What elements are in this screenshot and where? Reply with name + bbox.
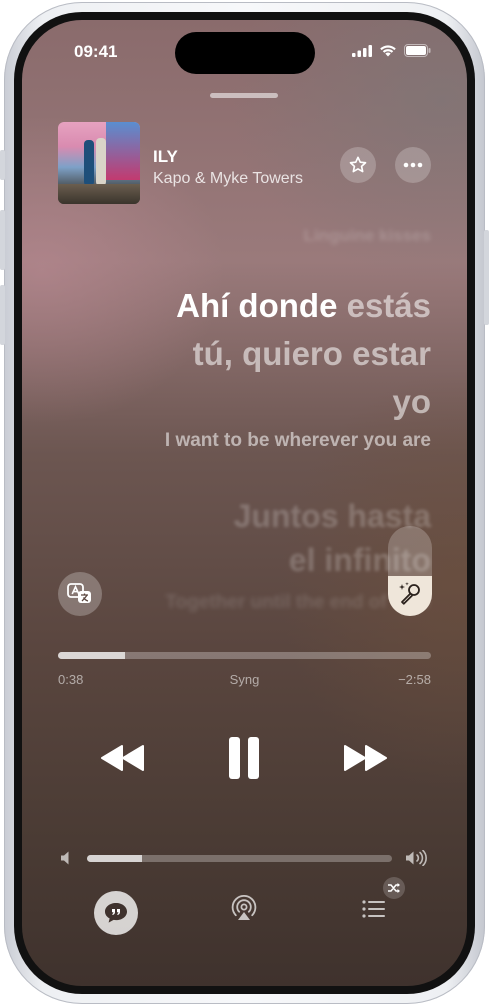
lyric-unsung-words: yo: [392, 383, 431, 420]
ellipsis-icon: [403, 162, 423, 168]
remaining-time: −2:58: [398, 672, 431, 687]
volume-high-icon: [405, 849, 429, 871]
pause-icon: [229, 737, 259, 779]
shuffle-badge: [383, 877, 405, 899]
favorite-button[interactable]: [340, 147, 376, 183]
microphone-icon: [388, 572, 432, 616]
sheet-grabber[interactable]: [210, 93, 278, 98]
song-title: ILY: [153, 147, 178, 166]
now-playing-screen: 09:41 ILY Kapo & Myke Towers Linguine ki…: [22, 20, 467, 986]
translation-toggle-button[interactable]: [58, 572, 102, 616]
playback-progress-bar[interactable]: [58, 652, 431, 659]
fast-forward-button[interactable]: [340, 732, 390, 784]
lyric-previous-line[interactable]: Linguine kisses: [303, 226, 431, 246]
volume-low-icon: [60, 850, 72, 871]
side-button: [484, 230, 489, 325]
lyric-current-line[interactable]: Ahí donde estás tú, quiero estar yo: [111, 282, 431, 426]
fast-forward-icon: [344, 745, 387, 771]
star-icon: [349, 156, 367, 173]
pause-button[interactable]: [219, 732, 269, 784]
lyrics-quote-icon: [105, 903, 127, 923]
song-artist[interactable]: Kapo & Myke Towers: [153, 170, 303, 188]
volume-slider[interactable]: [87, 855, 392, 862]
lyrics-button[interactable]: [94, 891, 138, 935]
translate-icon: [67, 583, 91, 603]
volume-down-button: [0, 285, 5, 345]
lyric-translation: I want to be wherever you are: [164, 430, 431, 451]
lyric-unsung-words: tú, quiero estar: [192, 335, 431, 372]
battery-icon: [404, 44, 431, 57]
volume-fill: [87, 855, 142, 862]
rewind-icon: [101, 745, 144, 771]
dynamic-island: [175, 32, 315, 74]
airplay-button[interactable]: [228, 890, 260, 928]
shuffle-icon: [388, 883, 400, 893]
lyric-sung-words: Ahí donde: [176, 287, 338, 324]
wifi-icon: [380, 45, 396, 57]
queue-list-icon: [362, 900, 385, 918]
action-button: [0, 150, 5, 180]
cellular-signal-icon: [352, 44, 372, 57]
volume-up-button: [0, 210, 5, 270]
vocal-level-slider[interactable]: [388, 526, 432, 616]
more-button[interactable]: [395, 147, 431, 183]
lyric-next-line[interactable]: Juntos hasta el infinito: [131, 494, 431, 582]
airplay-audio-icon: [231, 895, 257, 920]
rewind-button[interactable]: [98, 732, 148, 784]
album-artwork[interactable]: [58, 122, 140, 204]
status-icons: [352, 44, 431, 57]
playback-progress-fill: [58, 652, 126, 659]
status-time: 09:41: [74, 42, 118, 61]
lyric-unsung-words: estás: [346, 287, 431, 324]
